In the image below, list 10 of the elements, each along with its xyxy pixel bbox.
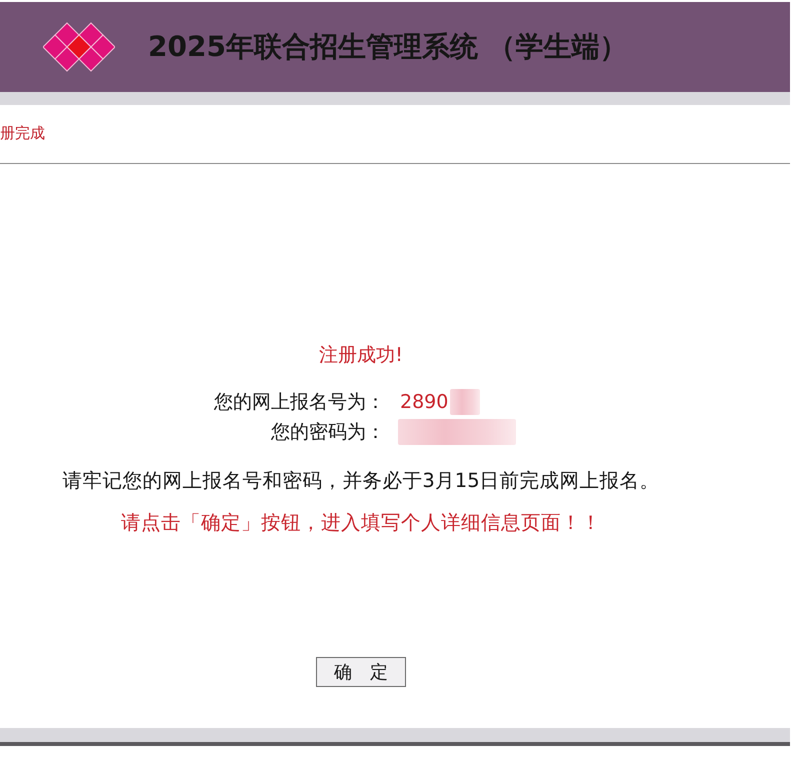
- success-message: 注册成功!: [319, 343, 403, 367]
- diamond-logo-icon: [43, 22, 115, 72]
- instruction-text: 请点击「确定」按钮，进入填写个人详细信息页面！！: [121, 510, 601, 536]
- notice-text: 请牢记您的网上报名号和密码，并务必于3月15日前完成网上报名。: [62, 468, 660, 494]
- confirm-button[interactable]: 确 定: [316, 657, 406, 687]
- field-label: 您的网上报名号为：: [214, 390, 385, 415]
- field-label: 您的密码为：: [271, 420, 385, 445]
- field-value: 2890: [400, 391, 448, 413]
- system-title: 2025年联合招生管理系统 （学生端）: [148, 29, 628, 65]
- page-title: 册完成: [0, 124, 45, 142]
